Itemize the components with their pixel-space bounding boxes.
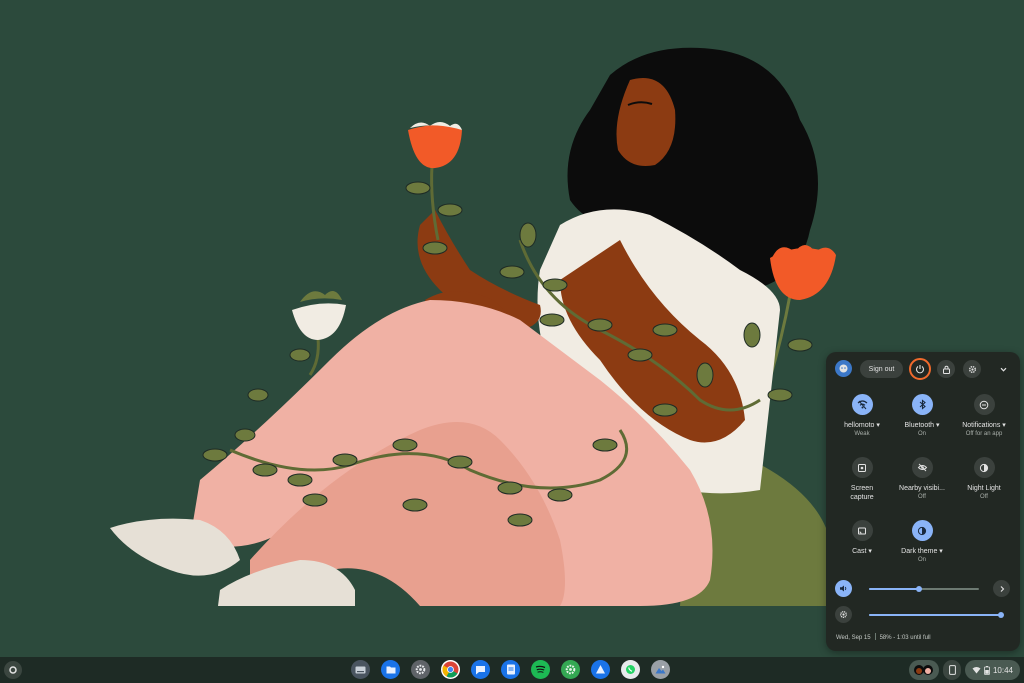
panel-footer: Wed, Sep 15 58% - 1:03 until full [836,633,931,641]
tile-notifications[interactable]: Notifications ▾ Off for an app [952,394,1016,438]
clock-time: 10:44 [992,665,1014,675]
chevron-right-icon [1000,585,1004,592]
launcher-button[interactable] [4,661,22,679]
nearby-share-off-icon [911,457,933,478]
tile-nearby-status: Off [918,494,926,500]
volume-slider[interactable] [869,586,979,592]
quick-settings-panel: Sign out hellomoto ▾ Weak Bluetooth ▾ On [826,352,1020,651]
tile-bluetooth[interactable]: Bluetooth ▾ On [890,394,954,438]
vpn-icon[interactable] [591,660,610,679]
settings-gear-icon [968,365,976,373]
tile-bluetooth-status: On [917,431,926,437]
brightness-slider-thumb[interactable] [998,612,1004,618]
volume-mute-toggle[interactable] [835,580,852,597]
volume-slider-fill [869,588,919,590]
phone-icon [948,665,956,675]
tile-notifications-status: Off for an app [965,431,1003,437]
messages-icon[interactable] [471,660,490,679]
battery-status[interactable]: 58% - 1:03 until full [880,635,931,641]
tile-screen-capture[interactable]: Screen capture [830,457,894,502]
phone-hub-illustration-icon [914,665,933,675]
tile-night-light-label: Night Light [967,485,1001,492]
settings-app-icon[interactable] [411,660,430,679]
tile-wifi[interactable]: hellomoto ▾ Weak [830,394,894,438]
launcher-circle-icon [9,666,17,674]
night-light-icon [973,457,995,478]
power-icon [915,365,925,374]
phone-hub-button[interactable] [943,660,961,680]
lock-button[interactable] [937,360,955,378]
tile-night-light-status: Off [980,494,988,500]
audio-settings-button[interactable] [993,580,1010,597]
whatsapp-icon[interactable] [621,660,640,679]
screen-capture-icon [851,457,873,478]
tile-wifi-status: Weak [854,431,870,437]
system-tray-status[interactable]: 10:44 [965,660,1020,680]
power-button[interactable] [909,358,931,380]
gear-app-icon[interactable] [561,660,580,679]
brightness-icon [840,611,847,618]
quick-settings-header: Sign out [826,352,1020,386]
wifi-weak-icon [851,394,873,415]
sign-out-button[interactable]: Sign out [860,360,903,378]
wifi-icon [972,667,981,674]
brightness-button[interactable] [835,606,852,623]
tile-dark-theme-label: Dark theme [901,548,938,555]
lock-icon [942,365,950,374]
settings-button[interactable] [963,360,981,378]
tile-cast[interactable]: Cast ▾ [830,520,894,556]
collapse-chevron-icon [1000,367,1006,372]
collapse-button[interactable] [994,360,1012,378]
spotify-icon[interactable] [531,660,550,679]
tile-wifi-label: hellomoto [844,422,875,429]
tile-nearby-visibility[interactable]: Nearby visibi... Off [890,457,954,501]
volume-icon [840,585,847,592]
tile-night-light[interactable]: Night Light Off [952,457,1016,501]
docs-icon[interactable] [501,660,520,679]
cast-icon [851,520,873,541]
keyboard-app-icon[interactable] [351,660,370,679]
tile-screen-capture-label: Screen capture [850,485,874,501]
dark-theme-icon [911,520,933,541]
date-label[interactable]: Wed, Sep 15 [836,635,871,641]
user-avatar-icon[interactable] [835,360,852,377]
tile-dark-theme-status: On [917,557,926,563]
tile-bluetooth-label: Bluetooth [904,422,935,429]
tile-nearby-label: Nearby visibi... [899,485,945,492]
camera-app-icon[interactable] [651,660,670,679]
brightness-slider[interactable] [869,612,1004,618]
chrome-icon[interactable] [441,660,460,679]
battery-charging-icon [984,665,990,675]
brightness-slider-fill [869,614,1001,616]
volume-slider-thumb[interactable] [915,586,922,592]
notifications-icon [973,394,995,415]
shelf: 10:44 [0,657,1024,683]
bluetooth-icon [911,394,933,415]
tile-dark-theme[interactable]: Dark theme ▾ On [890,520,954,564]
files-icon[interactable] [381,660,400,679]
tile-cast-label: Cast [852,548,867,555]
tile-notifications-label: Notifications [962,422,1001,429]
phone-hub-avatar[interactable] [909,660,939,680]
